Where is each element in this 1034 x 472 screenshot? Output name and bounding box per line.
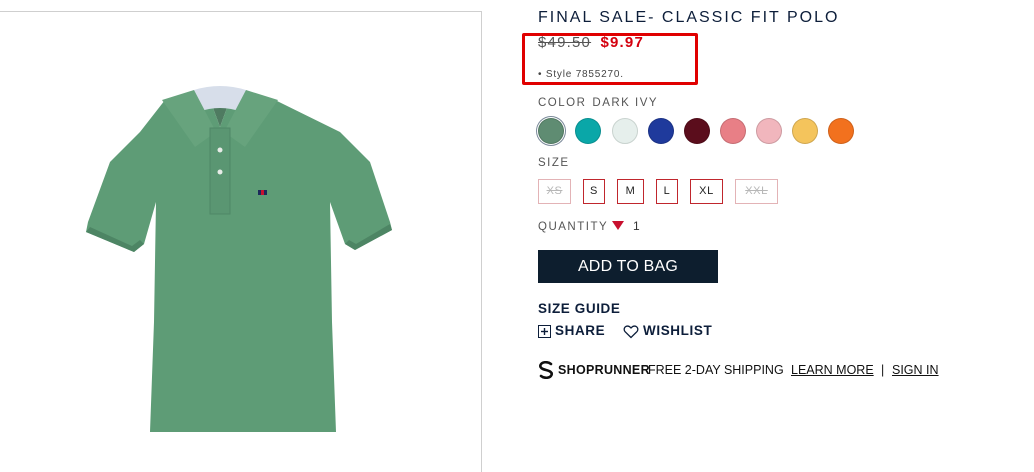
swatch-coral-pink[interactable]: [720, 118, 746, 144]
share-label: SHARE: [555, 323, 606, 338]
swatch-burgundy[interactable]: [684, 118, 710, 144]
swatch-light-pink[interactable]: [756, 118, 782, 144]
wishlist-label: WISHLIST: [643, 323, 713, 338]
shoprunner-brand: SHOPRUNNER: [558, 363, 650, 377]
quantity-value[interactable]: 1: [633, 219, 640, 233]
product-image-panel: [0, 11, 482, 472]
product-title: FINAL SALE- CLASSIC FIT POLO: [538, 9, 840, 26]
size-l-button[interactable]: L: [656, 179, 678, 204]
shoprunner-shipping-text: FREE 2-DAY SHIPPING: [648, 363, 784, 377]
swatch-dark-ivy[interactable]: [538, 118, 564, 144]
size-m-button[interactable]: M: [617, 179, 644, 204]
size-guide-link[interactable]: SIZE GUIDE: [538, 301, 621, 316]
selected-color-name: DARK IVY: [592, 97, 659, 109]
quantity-label: QUANTITY: [538, 221, 609, 233]
shoprunner-logo-icon: [538, 361, 554, 379]
swatch-pale-mint[interactable]: [612, 118, 638, 144]
product-image: [86, 86, 392, 432]
color-label-text: COLOR: [538, 97, 587, 109]
learn-more-link[interactable]: LEARN MORE: [791, 363, 874, 377]
sign-in-link[interactable]: SIGN IN: [892, 363, 939, 377]
swatch-orange[interactable]: [828, 118, 854, 144]
add-to-bag-button[interactable]: ADD TO BAG: [538, 250, 718, 283]
heart-icon: [623, 325, 639, 339]
quantity-dropdown-icon[interactable]: [612, 221, 624, 230]
link-separator: |: [881, 363, 885, 377]
size-xl-button[interactable]: XL: [690, 179, 723, 204]
swatch-gold[interactable]: [792, 118, 818, 144]
plus-box-icon: [538, 325, 551, 338]
price-highlight-box: [522, 33, 698, 85]
size-label: SIZE: [538, 157, 570, 169]
size-s-button[interactable]: S: [583, 179, 605, 204]
color-label: COLOR DARK IVY: [538, 97, 658, 109]
size-xxl-button[interactable]: XXL: [735, 179, 778, 204]
swatch-teal[interactable]: [575, 118, 601, 144]
size-xs-button[interactable]: XS: [538, 179, 571, 204]
swatch-navy-blue[interactable]: [648, 118, 674, 144]
